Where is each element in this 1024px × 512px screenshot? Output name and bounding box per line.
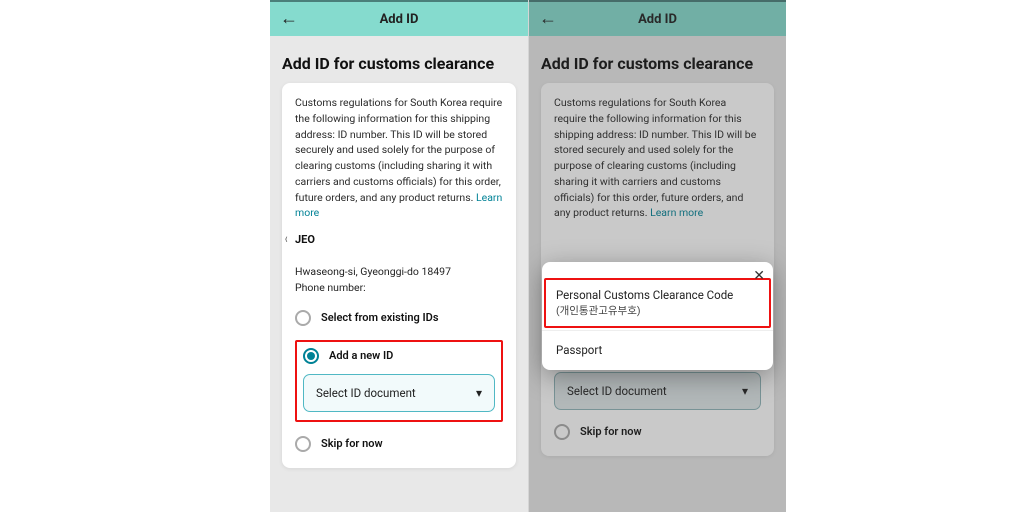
back-button[interactable]: ←	[278, 8, 300, 30]
back-button[interactable]: ←	[537, 8, 559, 30]
option-label: Skip for now	[321, 437, 383, 450]
select-placeholder: Select ID document	[567, 384, 667, 398]
option-skip-for-now[interactable]: Skip for now	[295, 436, 503, 452]
recipient-address: Hwaseong-si, Gyeonggi-do 18497 Phone num…	[295, 264, 503, 296]
popup-option-passport[interactable]: Passport	[542, 330, 773, 371]
recipient-name: ‹ JEO	[295, 233, 503, 246]
info-text: Customs regulations for South Korea requ…	[295, 95, 503, 221]
id-document-popup: ✕ Personal Customs Clearance Code (개인통관고…	[542, 262, 773, 370]
select-placeholder: Select ID document	[316, 386, 416, 400]
chevron-down-icon: ▾	[476, 386, 482, 400]
option-label: Add a new ID	[329, 349, 393, 362]
info-card: Customs regulations for South Korea requ…	[282, 83, 516, 468]
select-id-document[interactable]: Select ID document ▾	[554, 372, 761, 410]
info-text: Customs regulations for South Korea requ…	[554, 95, 761, 221]
radio-icon	[295, 310, 311, 326]
topbar: ← Add ID	[529, 0, 786, 36]
back-arrow-icon: ←	[280, 10, 298, 28]
chevron-left-icon: ‹	[285, 231, 288, 247]
back-arrow-icon: ←	[539, 10, 557, 28]
option-label: Select from existing IDs	[321, 311, 438, 324]
topbar-title: Add ID	[380, 12, 419, 27]
screen-add-id: ← Add ID Add ID for customs clearance Cu…	[270, 0, 528, 512]
recipient-name: JEO	[554, 233, 761, 246]
chevron-down-icon: ▾	[742, 384, 748, 398]
topbar: ← Add ID	[270, 0, 528, 36]
popup-option-pccc[interactable]: Personal Customs Clearance Code (개인통관고유부…	[542, 276, 773, 330]
screen-add-id-dropdown: ← Add ID Add ID for customs clearance Cu…	[528, 0, 786, 512]
close-icon: ✕	[753, 268, 765, 284]
close-button[interactable]: ✕	[753, 268, 765, 284]
popup-option-label: Personal Customs Clearance Code	[556, 288, 733, 302]
highlight-add-new: Add a new ID Select ID document ▾	[295, 340, 503, 422]
radio-icon	[554, 424, 570, 440]
option-skip-for-now[interactable]: Skip for now	[554, 424, 761, 440]
learn-more-link[interactable]: Learn more	[650, 206, 703, 219]
popup-option-sublabel: (개인통관고유부호)	[556, 304, 759, 318]
select-id-document[interactable]: Select ID document ▾	[303, 374, 495, 412]
option-existing-ids[interactable]: Select from existing IDs	[295, 310, 503, 326]
option-add-new-id[interactable]: Add a new ID	[303, 348, 495, 364]
radio-icon	[295, 436, 311, 452]
option-label: Skip for now	[580, 425, 642, 438]
radio-selected-icon	[303, 348, 319, 364]
screen-content: Add ID for customs clearance Customs reg…	[270, 36, 528, 512]
topbar-title: Add ID	[638, 12, 677, 27]
page-title: Add ID for customs clearance	[541, 54, 774, 73]
page-title: Add ID for customs clearance	[282, 54, 516, 73]
popup-option-label: Passport	[556, 343, 602, 357]
